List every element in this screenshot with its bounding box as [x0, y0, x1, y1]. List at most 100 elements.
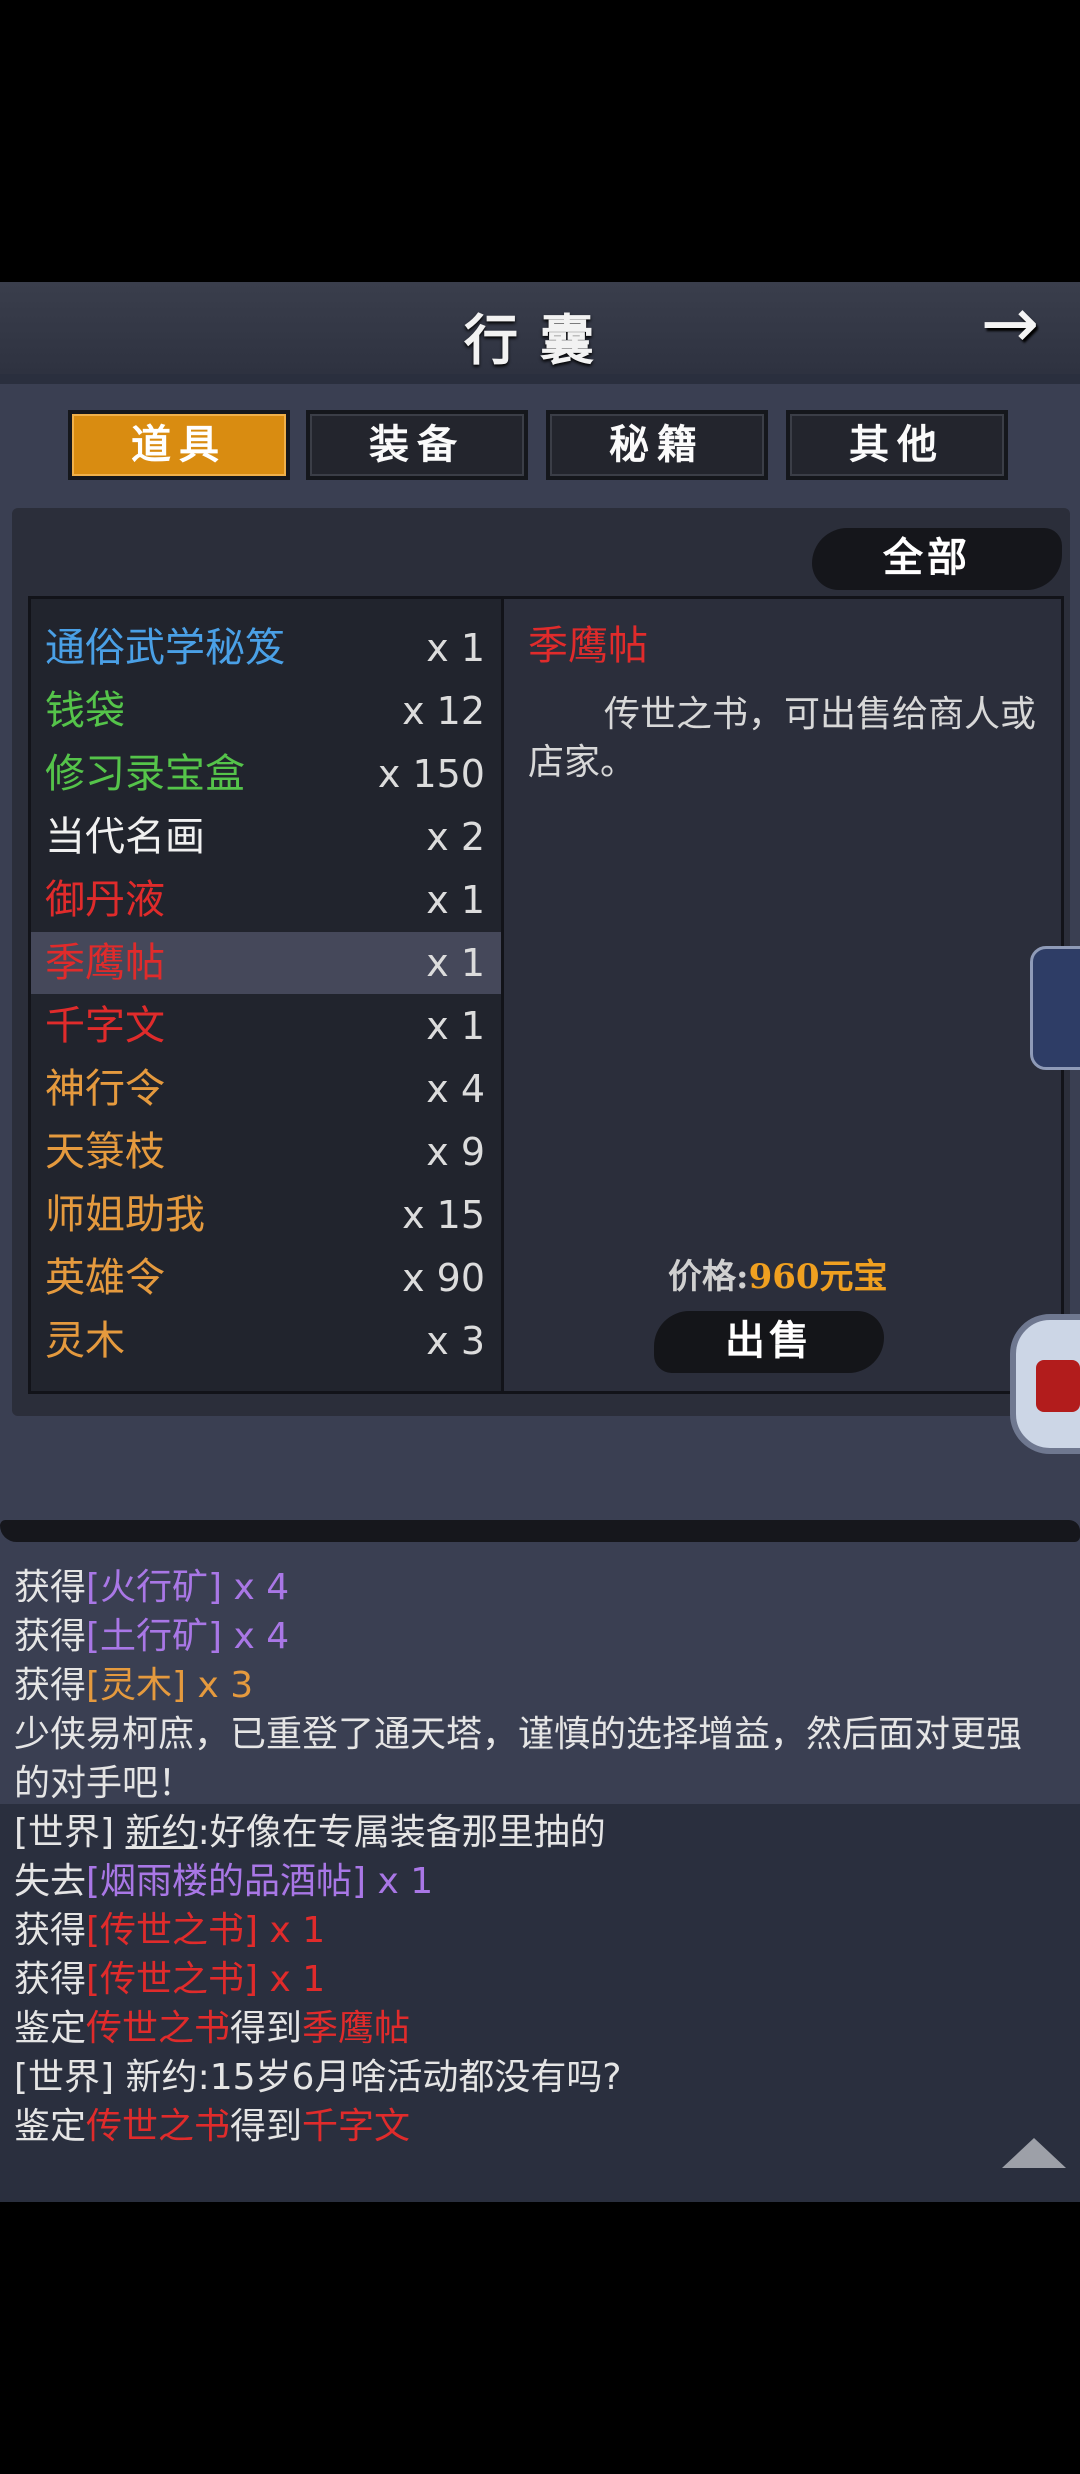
log-text: 鉴定	[14, 2106, 87, 2147]
log-player-name[interactable]: 新约	[126, 2057, 198, 2098]
list-item[interactable]: 神行令 x 4	[31, 1058, 501, 1120]
message-log[interactable]: 获得[火行矿] x 4 获得[土行矿] x 4 获得[灵木] x 3 少侠易柯庶…	[0, 1544, 1080, 2474]
list-item[interactable]: 当代名画 x 2	[31, 806, 501, 868]
item-count: x 1	[426, 1004, 485, 1048]
log-text: 获得	[14, 1665, 87, 1706]
log-item: [传世之书]	[86, 1910, 259, 1951]
price-prefix: 价格:	[668, 1257, 749, 1297]
log-line: [世界] 新约:15岁6月啥活动都没有吗?	[14, 2048, 622, 2100]
log-line: 鉴定传世之书得到千字文	[14, 2097, 410, 2149]
tab-equipment[interactable]: 装备	[306, 410, 528, 480]
list-item[interactable]: 御丹液 x 1	[31, 869, 501, 931]
tab-items[interactable]: 道具	[68, 410, 290, 480]
filter-all-button[interactable]: 全部	[812, 528, 1042, 590]
log-line: 失去[烟雨楼的品酒帖] x 1	[14, 1852, 433, 1904]
item-count: x 150	[377, 752, 485, 796]
list-item[interactable]: 修习录宝盒 x 150	[31, 743, 501, 805]
log-item: 传世之书	[86, 2008, 231, 2049]
log-divider	[0, 1520, 1080, 1542]
item-count: x 1	[426, 878, 485, 922]
item-name: 修习录宝盒	[45, 751, 245, 797]
log-item: 季鹰帖	[302, 2008, 411, 2049]
scroll-up-icon[interactable]	[1002, 2138, 1066, 2168]
log-item: [火行矿]	[86, 1567, 223, 1608]
item-name: 英雄令	[45, 1255, 165, 1301]
log-count: x 1	[366, 1861, 434, 1902]
treasure-box-icon	[1036, 1360, 1080, 1412]
game-screen: 行囊 → 道具 装备 秘籍 其他 全部 通俗武学秘笈 x 1 钱袋 x 12 修…	[0, 282, 1080, 2202]
log-item: 千字文	[302, 2106, 411, 2147]
log-text: 获得	[14, 1959, 87, 2000]
header-bar: 行囊 →	[0, 282, 1080, 374]
log-count: x 4	[222, 1616, 290, 1657]
log-line: 的对手吧！	[14, 1763, 195, 1804]
price-value: 960元宝	[748, 1257, 888, 1297]
log-text: 失去	[14, 1861, 87, 1902]
list-item[interactable]: 天箓枝 x 9	[31, 1121, 501, 1183]
tab-other[interactable]: 其他	[786, 410, 1008, 480]
item-name: 当代名画	[45, 814, 205, 860]
item-count: x 90	[402, 1256, 485, 1300]
log-item: [土行矿]	[86, 1616, 223, 1657]
log-text: 获得	[14, 1910, 87, 1951]
log-player-name[interactable]: 新约	[126, 1812, 198, 1853]
item-count: x 3	[426, 1319, 485, 1363]
item-name: 师姐助我	[45, 1192, 205, 1238]
detail-description: 传世之书，可出售给商人或店家。	[528, 694, 1037, 783]
item-detail: 季鹰帖 传世之书，可出售给商人或店家。 价格:960元宝 出售	[504, 596, 1064, 1394]
log-count: x 1	[258, 1910, 326, 1951]
side-action-button[interactable]	[1010, 1314, 1080, 1454]
log-line: 获得[灵木] x 3	[14, 1656, 253, 1708]
item-count: x 9	[426, 1130, 485, 1174]
log-count: x 3	[186, 1665, 254, 1706]
item-name: 御丹液	[45, 877, 165, 923]
side-book-icon[interactable]	[1030, 946, 1080, 1070]
item-count: x 12	[402, 689, 485, 733]
log-item: [传世之书]	[86, 1959, 259, 2000]
item-name: 钱袋	[45, 688, 125, 734]
item-list[interactable]: 通俗武学秘笈 x 1 钱袋 x 12 修习录宝盒 x 150 当代名画 x 2 …	[28, 596, 504, 1394]
item-name: 通俗武学秘笈	[45, 625, 285, 671]
list-item[interactable]: 灵木 x 3	[31, 1310, 501, 1372]
list-item[interactable]: 钱袋 x 12	[31, 680, 501, 742]
inventory-panel: 全部 通俗武学秘笈 x 1 钱袋 x 12 修习录宝盒 x 150 当代名画 x…	[12, 508, 1070, 1416]
back-arrow-icon[interactable]: →	[960, 288, 1060, 360]
price-label: 价格:960元宝	[668, 1249, 888, 1298]
log-line: 鉴定传世之书得到季鹰帖	[14, 1999, 410, 2051]
item-name: 灵木	[45, 1318, 125, 1364]
item-name: 季鹰帖	[45, 940, 165, 986]
item-count: x 1	[426, 626, 485, 670]
log-count: x 1	[258, 1959, 326, 2000]
item-count: x 4	[426, 1067, 485, 1111]
log-line: 获得[土行矿] x 4	[14, 1607, 289, 1659]
log-line: [世界] 新约:好像在专属装备那里抽的	[14, 1803, 606, 1855]
log-channel: [世界]	[14, 2057, 126, 2098]
log-line: 获得[传世之书] x 1	[14, 1901, 325, 1953]
item-name: 神行令	[45, 1066, 165, 1112]
list-item-selected[interactable]: 季鹰帖 x 1	[31, 932, 501, 994]
list-item[interactable]: 通俗武学秘笈 x 1	[31, 617, 501, 679]
log-channel: [世界]	[14, 1812, 126, 1853]
log-line: 少侠易柯庶，已重登了通天塔，谨慎的选择增益，然后面对更强	[14, 1714, 1023, 1755]
log-text: 获得	[14, 1616, 87, 1657]
log-text: :好像在专属装备那里抽的	[197, 1812, 606, 1853]
log-item: [灵木]	[86, 1665, 187, 1706]
log-text: 获得	[14, 1567, 87, 1608]
log-line: 获得[传世之书] x 1	[14, 1950, 325, 2002]
list-item[interactable]: 英雄令 x 90	[31, 1247, 501, 1309]
list-item[interactable]: 千字文 x 1	[31, 995, 501, 1057]
log-text: 得到	[230, 2008, 303, 2049]
detail-item-name: 季鹰帖	[528, 623, 648, 669]
sell-button[interactable]: 出售	[654, 1311, 884, 1373]
log-line: 获得[火行矿] x 4	[14, 1558, 289, 1610]
log-item: 传世之书	[86, 2106, 231, 2147]
list-item[interactable]: 师姐助我 x 15	[31, 1184, 501, 1246]
log-count: x 4	[222, 1567, 290, 1608]
item-name: 天箓枝	[45, 1129, 165, 1175]
log-item: [烟雨楼的品酒帖]	[86, 1861, 367, 1902]
item-name: 千字文	[45, 1003, 165, 1049]
item-count: x 15	[402, 1193, 485, 1237]
tab-manuals[interactable]: 秘籍	[546, 410, 768, 480]
page-title: 行囊	[464, 308, 616, 372]
log-text: 鉴定	[14, 2008, 87, 2049]
